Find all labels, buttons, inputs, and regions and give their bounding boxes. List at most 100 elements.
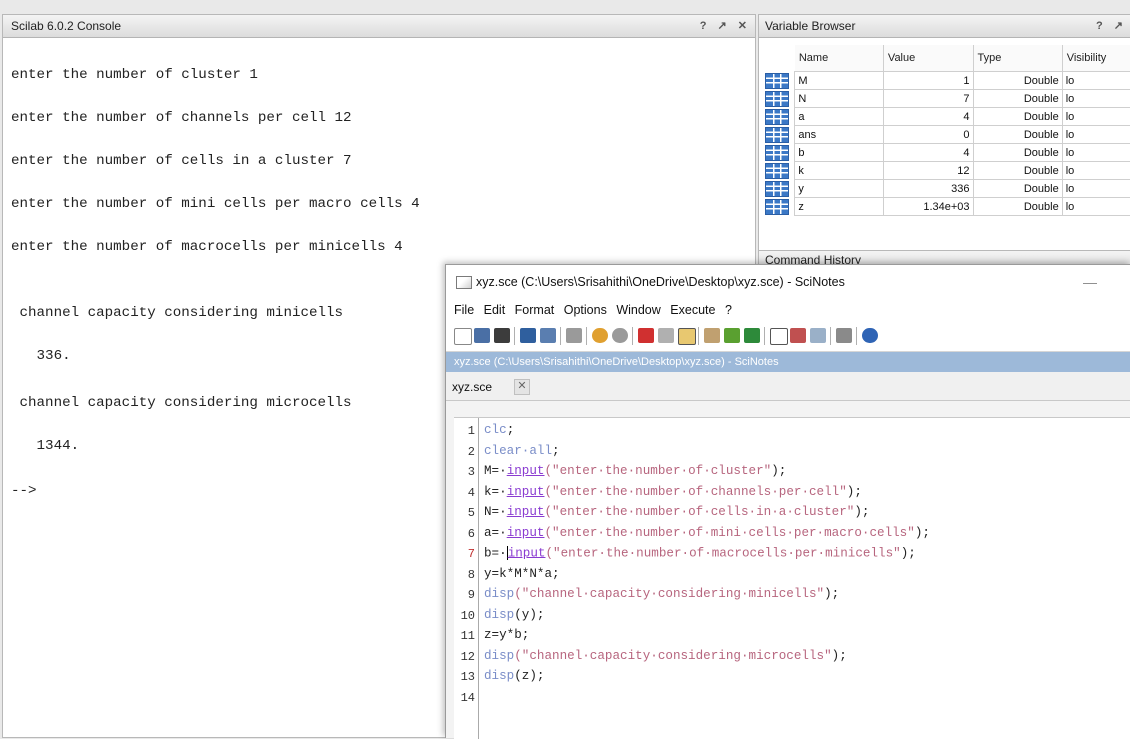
variable-visibility: lo	[1061, 107, 1130, 126]
variable-visibility: lo	[1061, 125, 1130, 144]
variable-visibility: lo	[1061, 161, 1130, 180]
menu-options[interactable]: Options	[564, 303, 607, 317]
code-token: ("channel·capacity·considering·microcell…	[514, 648, 832, 663]
code-token: input	[506, 505, 545, 519]
column-header-value[interactable]: Value	[883, 45, 974, 72]
undo-icon[interactable]	[592, 328, 608, 343]
menu-execute[interactable]: Execute	[670, 303, 715, 317]
open-file-icon[interactable]	[474, 328, 490, 343]
variable-row[interactable]: z 1.34e+03 Double lo	[763, 197, 1130, 216]
help-icon[interactable]: ?	[700, 20, 709, 32]
execute-icon[interactable]	[770, 328, 788, 345]
format-icon[interactable]	[744, 328, 760, 343]
tab-xyz-sce[interactable]: xyz.sce	[452, 376, 492, 398]
toolbar-separator	[830, 327, 831, 345]
variable-visibility: lo	[1061, 179, 1130, 198]
variable-name: z	[794, 197, 884, 216]
console-prompt[interactable]: -->	[11, 483, 37, 499]
help-icon[interactable]	[862, 328, 878, 343]
variable-row[interactable]: a 4 Double lo	[763, 107, 1130, 126]
save-icon[interactable]	[520, 328, 536, 343]
code-line[interactable]: clear·all;	[484, 444, 560, 458]
scinotes-window[interactable]: xyz.sce (C:\Users\Srisahithi\OneDrive\De…	[445, 264, 1130, 739]
variable-row[interactable]: ans 0 Double lo	[763, 125, 1130, 144]
code-line[interactable]: z=y*b;	[484, 628, 529, 642]
code-line[interactable]: k=·input("enter·the·number·of·channels·p…	[484, 485, 862, 499]
paste-icon[interactable]	[678, 328, 696, 345]
code-token: M=·	[484, 464, 507, 478]
tools-icon[interactable]	[836, 328, 852, 343]
print-icon[interactable]	[566, 328, 582, 343]
line-number: 6	[467, 526, 475, 541]
code-token: disp	[484, 648, 515, 663]
cut-icon[interactable]	[638, 328, 654, 343]
line-number: 11	[460, 629, 475, 643]
close-tab-icon[interactable]: ✕	[514, 379, 530, 395]
code-token: a=·	[484, 525, 507, 540]
help-icon[interactable]: ?	[1096, 20, 1105, 32]
code-token: ;	[506, 423, 515, 437]
code-line[interactable]: N=·input("enter·the·number·of·cells·in·a…	[484, 505, 869, 519]
line-number-gutter: 1 2 3 4 5 6 7 8 9 10 11 12 13 14	[454, 418, 479, 739]
variable-type: Double	[972, 107, 1063, 126]
code-token: ("enter·the·number·of·macrocells·per·min…	[545, 546, 901, 561]
variable-visibility: lo	[1061, 71, 1130, 90]
undock-icon[interactable]: ↗	[718, 20, 729, 32]
new-file-icon[interactable]	[454, 328, 472, 345]
code-token: input	[506, 464, 545, 478]
copy-icon[interactable]	[658, 328, 674, 343]
menu-format[interactable]: Format	[515, 303, 555, 317]
open-folder-icon[interactable]	[494, 328, 510, 343]
variable-row[interactable]: b 4 Double lo	[763, 143, 1130, 162]
matrix-icon	[763, 162, 795, 180]
document-path-bar: xyz.sce (C:\Users\Srisahithi\OneDrive\De…	[446, 352, 1130, 372]
indent-icon[interactable]	[724, 328, 740, 343]
execute-until-icon[interactable]	[790, 328, 806, 343]
menu-window[interactable]: Window	[616, 303, 660, 317]
line-number: 3	[467, 465, 475, 479]
column-header-type[interactable]: Type	[973, 45, 1063, 72]
column-header-visibility[interactable]: Visibility	[1062, 45, 1130, 72]
variable-row[interactable]: y 336 Double lo	[763, 179, 1130, 198]
code-token: N=·	[484, 505, 507, 519]
column-header-name[interactable]: Name	[794, 45, 884, 72]
code-line[interactable]: disp("channel·capacity·considering·minic…	[484, 587, 839, 601]
matrix-icon	[763, 90, 795, 108]
comment-icon[interactable]	[704, 328, 720, 343]
code-token: ("enter·the·number·of·channels·per·cell"	[544, 484, 847, 499]
line-number: 7	[467, 547, 475, 561]
menu-edit[interactable]: Edit	[484, 303, 506, 317]
code-line[interactable]: disp(z);	[484, 669, 544, 683]
variable-row[interactable]: M 1 Double lo	[763, 71, 1130, 90]
code-line[interactable]: clc;	[484, 423, 514, 437]
console-title: Scilab 6.0.2 Console	[11, 19, 122, 33]
save-as-icon[interactable]	[540, 328, 556, 343]
code-line[interactable]: disp("channel·capacity·considering·micro…	[484, 649, 847, 663]
code-line[interactable]: b=·input("enter·the·number·of·macrocells…	[484, 546, 916, 560]
redo-icon[interactable]	[612, 328, 628, 343]
variable-type: Double	[972, 197, 1063, 216]
menu-file[interactable]: File	[454, 303, 474, 317]
line-number: 2	[467, 444, 475, 459]
line-number: 13	[460, 670, 475, 684]
console-output-line: enter the number of macrocells per minic…	[11, 239, 403, 255]
find-icon[interactable]	[810, 328, 826, 343]
menu-help[interactable]: ?	[725, 303, 732, 317]
code-line[interactable]: disp(y);	[484, 608, 544, 622]
matrix-icon	[763, 108, 795, 126]
variable-visibility: lo	[1061, 143, 1130, 162]
minimize-button[interactable]: —	[1083, 265, 1097, 299]
toolbar-separator	[514, 327, 515, 345]
code-editor[interactable]: 1 2 3 4 5 6 7 8 9 10 11 12 13 14 clc; clear·all; M=·inp…	[454, 417, 1130, 739]
variable-row[interactable]: k 12 Double lo	[763, 161, 1130, 180]
variable-type: Double	[972, 161, 1063, 180]
variable-row[interactable]: N 7 Double lo	[763, 89, 1130, 108]
variable-browser-pane: Variable Browser ? ↗ Name Value Type Vis…	[758, 14, 1130, 258]
code-line[interactable]: M=·input("enter·the·number·of·cluster");	[484, 464, 786, 478]
variable-visibility: lo	[1061, 89, 1130, 108]
code-line[interactable]: y=k*M*N*a;	[484, 567, 560, 581]
close-icon[interactable]: ✕	[738, 20, 749, 32]
code-line[interactable]: a=·input("enter·the·number·of·mini·cells…	[484, 526, 930, 540]
code-token: ("enter·the·number·of·mini·cells·per·mac…	[544, 525, 915, 540]
undock-icon[interactable]: ↗	[1114, 20, 1125, 32]
